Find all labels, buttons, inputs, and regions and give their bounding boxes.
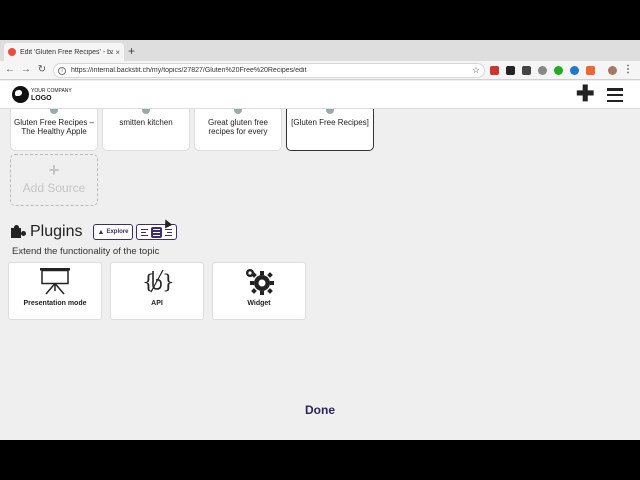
explore-label: Explore [106,229,129,235]
done-button[interactable]: Done [0,403,640,417]
extension-icon[interactable] [586,66,595,75]
plugin-api[interactable]: { } API [110,262,204,320]
source-card[interactable]: Gluten Free Recipes – The Healthy Apple [10,109,98,151]
extension-icon[interactable] [538,66,547,75]
hamburger-menu-icon[interactable] [607,88,623,102]
source-card-label: [Gluten Free Recipes] [291,118,369,127]
explore-button[interactable]: ▲ Explore [93,224,133,240]
plugin-label: API [151,300,163,307]
address-bar[interactable]: i https://internal.backstit.ch/my/topics… [53,63,485,78]
svg-text:}: } [162,269,173,293]
puzzle-icon [11,225,25,239]
plugins-title: Plugins [30,223,83,240]
plugin-widget[interactable]: Widget [212,262,306,320]
url-text: https://internal.backstit.ch/my/topics/2… [71,67,307,74]
plugins-description: Extend the functionality of the topic [12,246,160,257]
browser-toolbar: ← → ↻ i https://internal.backstit.ch/my/… [0,61,640,80]
extension-icon[interactable] [506,66,515,75]
flask-icon: ▲ [97,228,105,236]
plugin-label: Presentation mode [23,300,87,307]
logo-small-text: YOUR COMPANY [31,87,72,94]
app-header: YOUR COMPANY LOGO ✚ [0,81,640,109]
gear-icon [213,267,305,295]
plugin-label: Widget [247,300,271,307]
plus-icon: + [48,160,60,180]
reload-button[interactable]: ↻ [36,63,48,77]
logo-big-text: LOGO [31,94,52,102]
source-card-selected[interactable]: [Gluten Free Recipes] [286,109,374,151]
browser-tab[interactable]: Edit 'Gluten Free Recipes' - ba × [4,43,124,61]
tab-close-icon[interactable]: × [115,48,120,57]
source-card-label: smitten kitchen [119,118,173,127]
globe-icon [12,86,29,103]
source-favicon-icon [234,109,242,114]
new-tab-button[interactable]: + [128,43,135,59]
source-card[interactable]: smitten kitchen [102,109,190,151]
source-card[interactable]: Great gluten free recipes for every [194,109,282,151]
source-card-label: Gluten Free Recipes – The Healthy Apple [13,118,95,136]
forward-button[interactable]: → [20,63,32,77]
layout-toggle-group [136,224,177,240]
extension-icon[interactable] [554,66,563,75]
plugins-heading: Plugins [11,223,82,241]
source-favicon-icon [50,109,58,114]
tab-title: Edit 'Gluten Free Recipes' - ba [20,48,114,56]
company-logo[interactable]: YOUR COMPANY LOGO [12,86,72,103]
back-button[interactable]: ← [4,63,16,77]
extension-icon[interactable] [490,66,499,75]
browser-menu-icon[interactable]: ⋮ [622,63,634,77]
info-icon[interactable]: i [58,66,66,75]
browser-window: Edit 'Gluten Free Recipes' - ba × + ← → … [0,40,640,440]
source-card-label: Great gluten free recipes for every [207,118,269,136]
presentation-icon [9,267,101,295]
add-button[interactable]: ✚ [576,82,594,106]
plugin-presentation-mode[interactable]: Presentation mode [8,262,102,320]
tab-strip: Edit 'Gluten Free Recipes' - ba × + [0,40,640,61]
source-favicon-icon [142,109,150,114]
extension-icon[interactable] [522,66,531,75]
extension-icon[interactable] [570,66,579,75]
api-icon: { } [111,267,203,295]
favicon-icon [8,48,16,56]
profile-avatar[interactable] [608,66,617,75]
layout-center-icon[interactable] [150,226,162,238]
add-source-label: Add Source [22,181,86,195]
layout-left-icon[interactable] [138,226,150,238]
bookmark-star-icon[interactable]: ☆ [472,65,480,76]
source-favicon-icon [326,109,334,114]
add-source-button[interactable]: + Add Source [10,154,98,206]
